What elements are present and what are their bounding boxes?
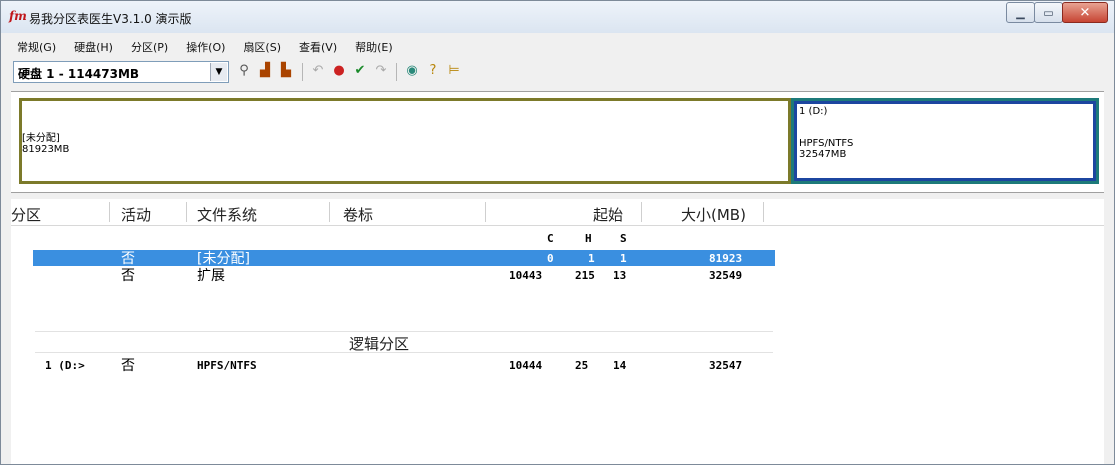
toolbar-separator [302, 63, 303, 81]
row-partition: 1 (D:> [45, 359, 85, 372]
column-divider[interactable] [186, 202, 187, 222]
toolbar: 硬盘 1 - 114473MB ▼ ⚲ ▟ ▙ ↶ ● ✔ ↷ ◉ ? ⊨ [13, 61, 1103, 85]
row-filesystem: HPFS/NTFS [197, 359, 257, 372]
header-size[interactable]: 大小(MB) [681, 204, 746, 225]
header-volume[interactable]: 卷标 [343, 204, 373, 225]
toolbar-separator [396, 63, 397, 81]
menu-operation[interactable]: 操作(O) [174, 37, 231, 57]
segment-inner: 1 (D:) HPFS/NTFS 32547MB [797, 104, 1093, 178]
header-filesystem[interactable]: 文件系统 [197, 204, 257, 225]
menu-sector[interactable]: 扇区(S) [231, 37, 287, 57]
column-divider[interactable] [641, 202, 642, 222]
partition-table: 分区 活动 文件系统 卷标 起始 大小(MB) C H S 否 [未分配] 0 … [11, 199, 1104, 464]
menu-bar: 常规(G) 硬盘(H) 分区(P) 操作(O) 扇区(S) 查看(V) 帮助(E… [1, 37, 1114, 57]
search-disk-icon[interactable]: ⚲ [235, 62, 253, 80]
column-divider[interactable] [763, 202, 764, 222]
header-partition[interactable]: 分区 [11, 204, 41, 225]
logical-partition-header: 逻辑分区 [35, 331, 773, 353]
segment-size: 81923MB [22, 144, 70, 155]
column-divider[interactable] [485, 202, 486, 222]
chevron-down-icon[interactable]: ▼ [210, 63, 227, 81]
row-size: 32547 [709, 359, 743, 372]
header-active[interactable]: 活动 [121, 204, 151, 225]
find-icon[interactable]: ● [330, 62, 348, 80]
restore-icon[interactable]: ▙ [277, 62, 295, 80]
table-row[interactable] [33, 266, 775, 284]
minimize-icon: ▁ [1016, 6, 1025, 19]
column-divider[interactable] [329, 202, 330, 222]
close-button[interactable]: ✕ [1062, 2, 1108, 23]
app-window: fm 易我分区表医生V3.1.0 演示版 ▁ ▭ ✕ 常规(G) 硬盘(H) 分… [0, 0, 1115, 465]
column-divider[interactable] [109, 202, 110, 222]
row-active: 否 [121, 268, 135, 284]
row-s: 13 [613, 269, 627, 282]
row-size: 81923 [709, 252, 743, 265]
menu-view[interactable]: 查看(V) [287, 37, 343, 57]
table-header: 分区 活动 文件系统 卷标 起始 大小(MB) [11, 199, 1104, 226]
window-controls: ▁ ▭ ✕ [1006, 2, 1108, 23]
cart-icon[interactable]: ⊨ [445, 62, 463, 80]
menu-disk[interactable]: 硬盘(H) [62, 37, 119, 57]
segment-label: 1 (D:) [799, 106, 828, 117]
row-c: 10444 [509, 359, 543, 372]
title-bar[interactable]: fm 易我分区表医生V3.1.0 演示版 ▁ ▭ ✕ [1, 1, 1114, 33]
table-row-selected[interactable] [33, 250, 775, 266]
segment-fs: HPFS/NTFS [799, 138, 854, 149]
menu-help[interactable]: 帮助(E) [343, 37, 399, 57]
app-logo-icon: fm [9, 9, 27, 23]
row-h: 1 [588, 252, 595, 265]
row-h: 215 [575, 269, 595, 282]
disk-segment-ntfs[interactable]: 1 (D:) HPFS/NTFS 32547MB [791, 98, 1099, 184]
segment-size: 32547MB [799, 149, 847, 160]
row-c: 0 [547, 252, 554, 265]
disk-select[interactable]: 硬盘 1 - 114473MB ▼ [13, 61, 229, 83]
disk-select-value: 硬盘 1 - 114473MB [18, 67, 140, 81]
help-icon[interactable]: ? [424, 62, 442, 80]
maximize-icon: ▭ [1043, 6, 1054, 19]
chs-c-header: C [547, 232, 554, 245]
backup-icon[interactable]: ▟ [256, 62, 274, 80]
web-icon[interactable]: ◉ [403, 62, 421, 80]
row-active: 否 [121, 358, 135, 374]
header-start[interactable]: 起始 [593, 204, 623, 225]
chs-h-header: H [585, 232, 592, 245]
row-h: 25 [575, 359, 589, 372]
minimize-button[interactable]: ▁ [1006, 2, 1035, 23]
window-title: 易我分区表医生V3.1.0 演示版 [29, 12, 192, 26]
chs-s-header: S [620, 232, 627, 245]
row-size: 32549 [709, 269, 743, 282]
disk-segment-unallocated[interactable]: [未分配] 81923MB [19, 98, 791, 184]
undo-icon[interactable]: ↶ [309, 62, 327, 80]
redo-icon[interactable]: ↷ [372, 62, 390, 80]
row-filesystem: 扩展 [197, 268, 225, 284]
apply-check-icon[interactable]: ✔ [351, 62, 369, 80]
disk-map: [未分配] 81923MB 1 (D:) HPFS/NTFS 32547MB [11, 91, 1104, 193]
row-s: 14 [613, 359, 627, 372]
segment-label: [未分配] [22, 133, 60, 144]
row-s: 1 [620, 252, 627, 265]
menu-general[interactable]: 常规(G) [1, 37, 62, 57]
logical-partition-title: 逻辑分区 [349, 335, 410, 353]
row-c: 10443 [509, 269, 543, 282]
close-icon: ✕ [1079, 5, 1091, 20]
table-row[interactable] [33, 355, 775, 373]
menu-partition[interactable]: 分区(P) [119, 37, 174, 57]
maximize-button[interactable]: ▭ [1034, 2, 1063, 23]
